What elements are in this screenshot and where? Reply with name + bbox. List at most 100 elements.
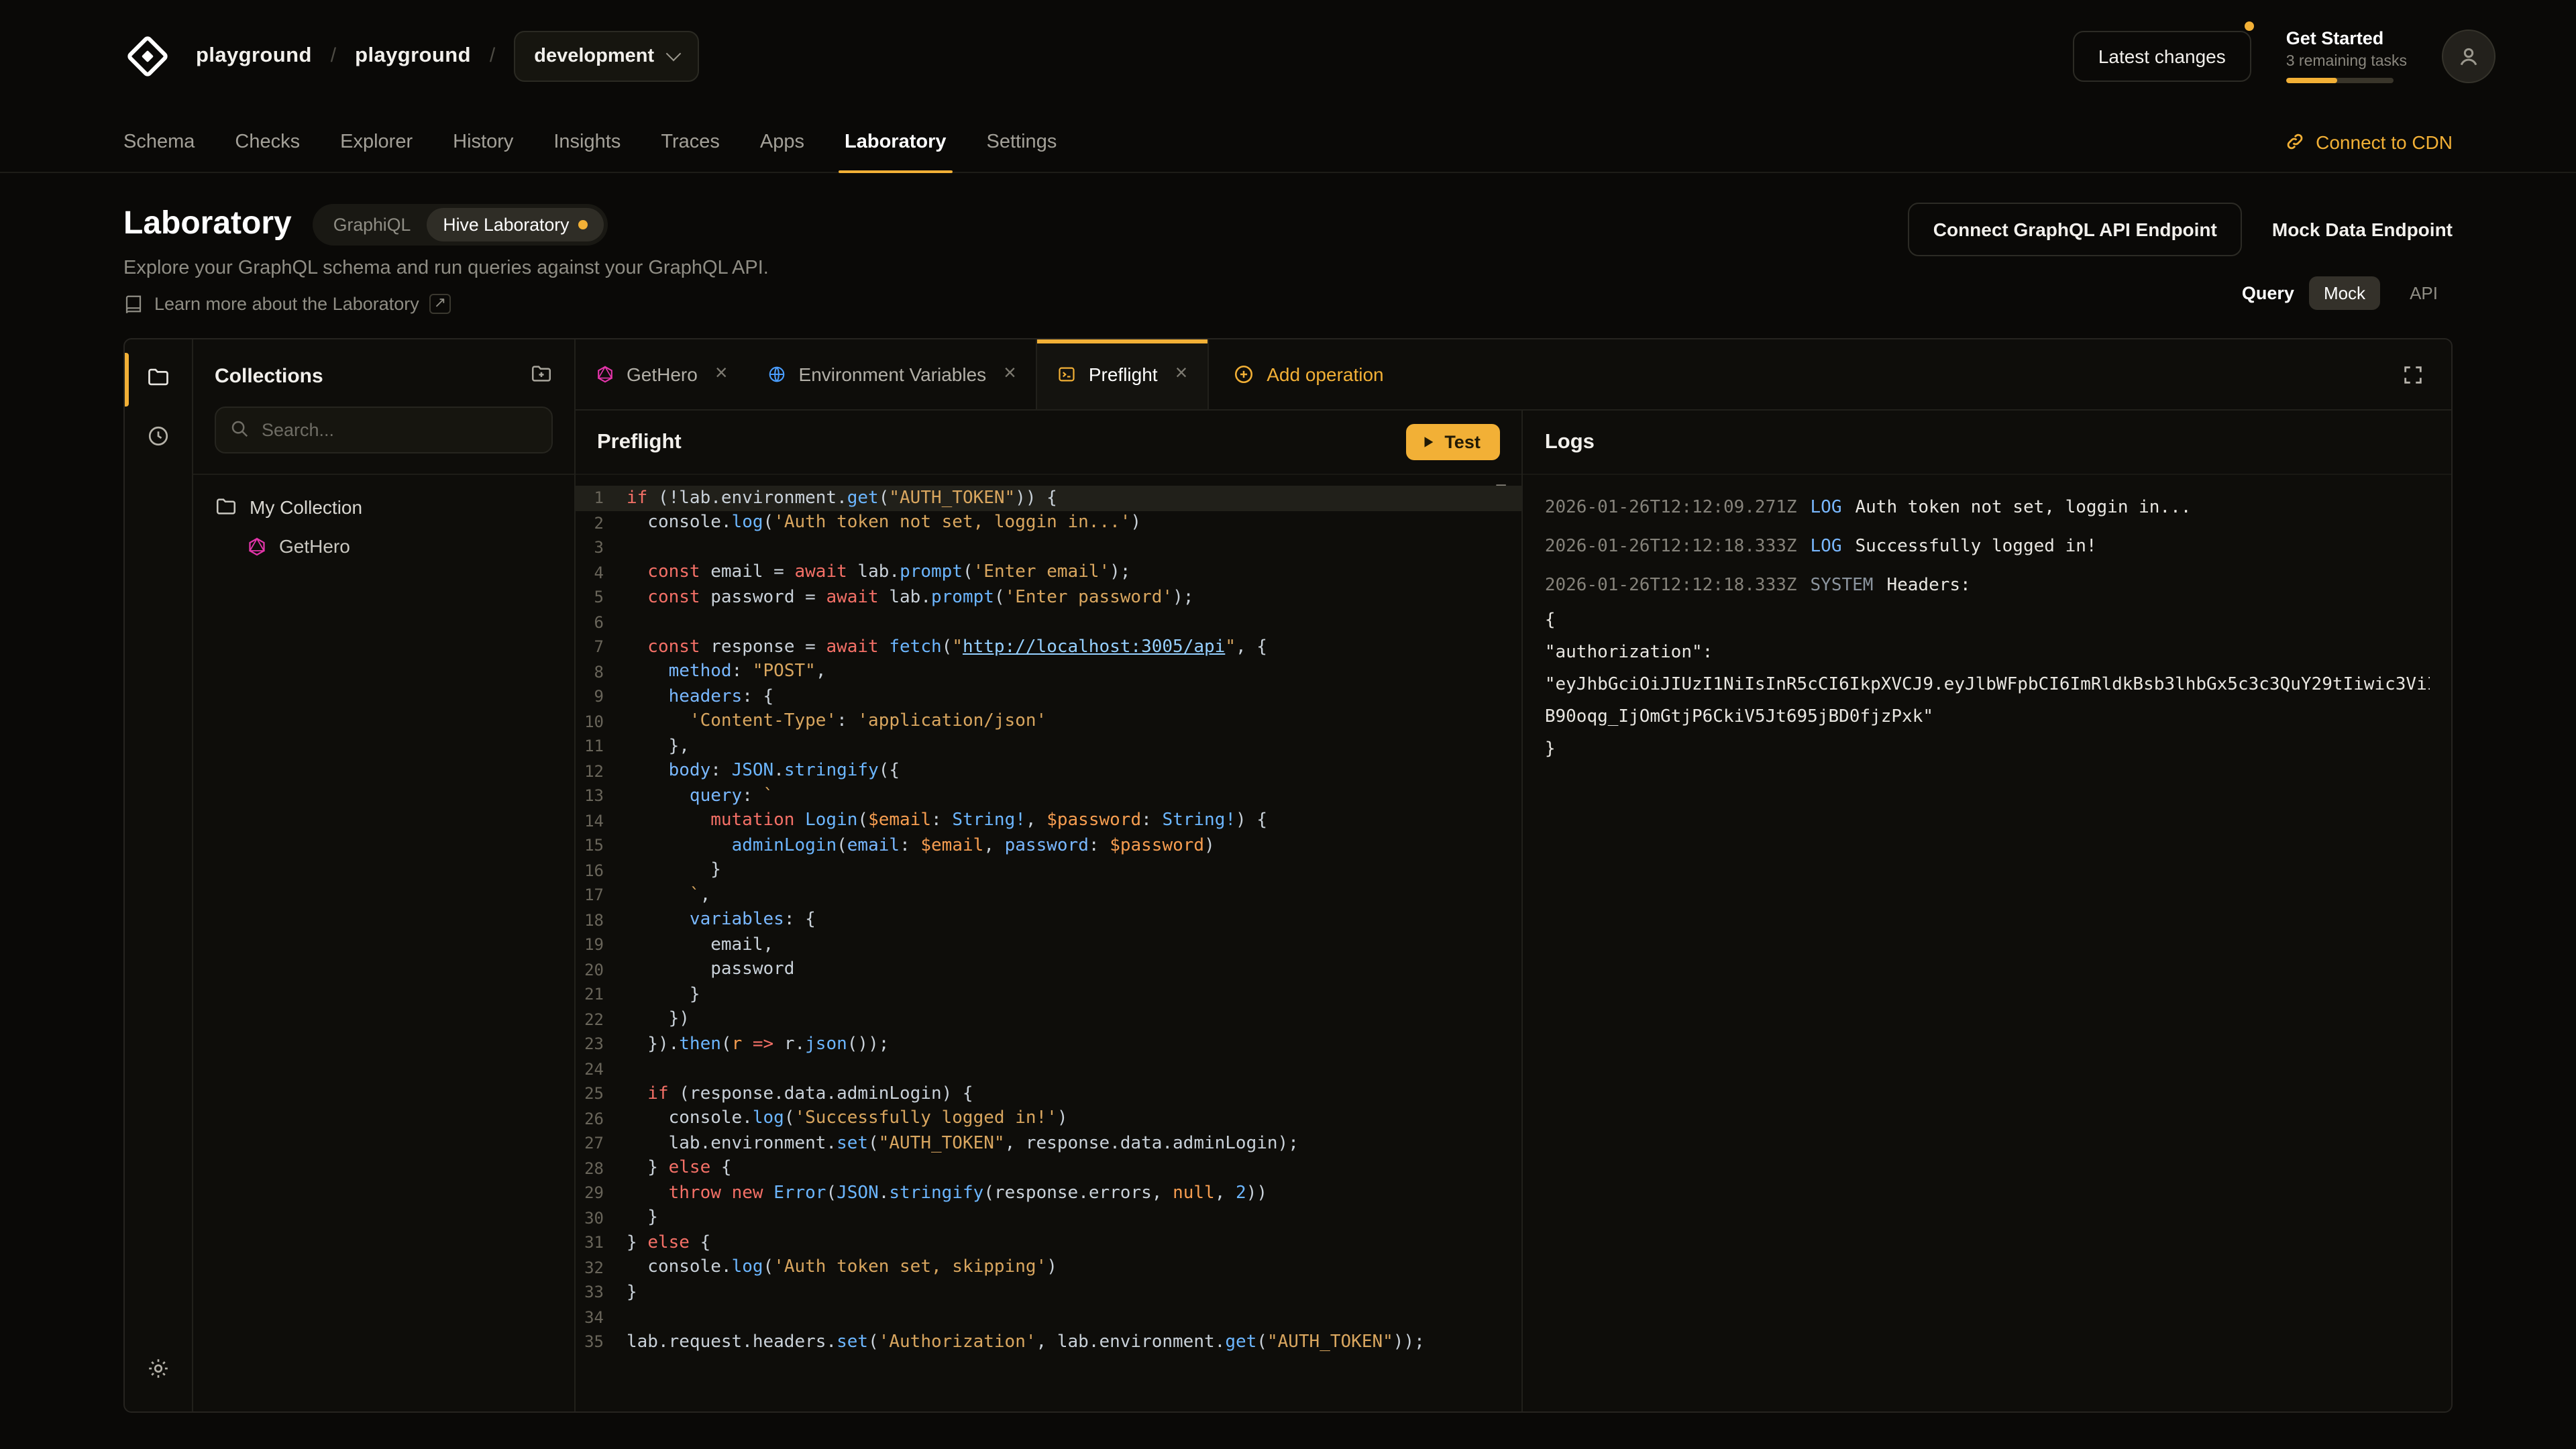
fold-marker-icon[interactable]: —	[1496, 475, 1505, 494]
code-line[interactable]: 11 },	[576, 734, 1522, 759]
play-icon	[1420, 435, 1435, 449]
search-icon	[229, 419, 250, 445]
nav-tab-traces[interactable]: Traces	[641, 111, 740, 172]
mode-option-hive-laboratory[interactable]: Hive Laboratory	[427, 207, 604, 241]
code-line[interactable]: 15 adminLogin(email: $email, password: $…	[576, 833, 1522, 858]
history-rail-button[interactable]	[131, 409, 185, 463]
code-text: method: "POST",	[627, 662, 826, 682]
mode-option-graphiql[interactable]: GraphiQL	[317, 207, 427, 241]
code-line[interactable]: 4 const email = await lab.prompt('Enter …	[576, 560, 1522, 585]
nav-tab-checks[interactable]: Checks	[215, 111, 320, 172]
code-line[interactable]: 20 password	[576, 957, 1522, 982]
breadcrumb-project[interactable]: playground	[355, 44, 471, 68]
code-line[interactable]: 7 const response = await fetch("http://l…	[576, 635, 1522, 659]
latest-changes-button[interactable]: Latest changes	[2073, 30, 2251, 81]
code-line[interactable]: 35lab.request.headers.set('Authorization…	[576, 1330, 1522, 1354]
endpoint-option-mock[interactable]: Mock	[2309, 276, 2380, 310]
collections-sidebar: Collections	[193, 339, 576, 1411]
collections-rail-button[interactable]	[131, 350, 185, 404]
line-number: 1	[576, 489, 627, 508]
hive-logo[interactable]	[123, 32, 172, 80]
code-text: }	[627, 985, 700, 1005]
line-number: 23	[576, 1035, 627, 1054]
page-header: Laboratory GraphiQL Hive Laboratory Expl…	[0, 173, 2576, 338]
nav-tab-history[interactable]: History	[433, 111, 533, 172]
endpoint-option-api[interactable]: API	[2395, 276, 2453, 310]
code-line[interactable]: 28 } else {	[576, 1156, 1522, 1181]
nav-tab-schema[interactable]: Schema	[103, 111, 215, 172]
avatar[interactable]	[2442, 29, 2496, 83]
test-button[interactable]: Test	[1405, 424, 1501, 460]
code-line[interactable]: 34	[576, 1305, 1522, 1330]
history-clock-icon	[146, 424, 170, 448]
code-text: body: JSON.stringify({	[627, 761, 900, 782]
code-area[interactable]: — 1if (!lab.environment.get("AUTH_TOKEN"…	[576, 475, 1522, 1411]
code-line[interactable]: 24	[576, 1057, 1522, 1081]
log-message: Auth token not set, loggin in...	[1856, 498, 2192, 518]
nav-tab-apps[interactable]: Apps	[740, 111, 824, 172]
editor-tab-environment-variables[interactable]: Environment Variables×	[748, 339, 1036, 409]
code-text: }	[627, 861, 721, 881]
connect-graphql-endpoint-button[interactable]: Connect GraphQL API Endpoint	[1908, 203, 2243, 256]
nav-tab-explorer[interactable]: Explorer	[320, 111, 433, 172]
laboratory-panel: Collections	[123, 338, 2453, 1413]
close-tab-icon[interactable]: ×	[1175, 364, 1188, 385]
collection-folder-my-collection[interactable]: My Collection	[215, 495, 553, 518]
code-line[interactable]: 10 'Content-Type': 'application/json'	[576, 709, 1522, 734]
code-line[interactable]: 13 query: `	[576, 784, 1522, 808]
new-collection-button[interactable]	[530, 362, 553, 389]
close-tab-icon[interactable]: ×	[1004, 364, 1016, 385]
code-line[interactable]: 32 console.log('Auth token set, skipping…	[576, 1255, 1522, 1280]
code-line[interactable]: 30 }	[576, 1205, 1522, 1230]
code-line[interactable]: 22 })	[576, 1007, 1522, 1032]
code-text: email,	[627, 935, 773, 955]
fullscreen-button[interactable]	[2375, 339, 2451, 409]
nav-tab-insights[interactable]: Insights	[533, 111, 641, 172]
code-line[interactable]: 14 mutation Login($email: String!, $pass…	[576, 808, 1522, 833]
log-timestamp: 2026-01-26T12:12:09.271Z	[1545, 498, 1797, 518]
code-line[interactable]: 27 lab.environment.set("AUTH_TOKEN", res…	[576, 1131, 1522, 1156]
code-line[interactable]: 33}	[576, 1280, 1522, 1305]
line-number: 12	[576, 762, 627, 781]
mock-data-endpoint-button[interactable]: Mock Data Endpoint	[2272, 219, 2453, 240]
connect-cdn-link[interactable]: Connect to CDN	[2285, 111, 2453, 172]
code-line[interactable]: 23 }).then(r => r.json());	[576, 1032, 1522, 1057]
code-line[interactable]: 1if (!lab.environment.get("AUTH_TOKEN"))…	[576, 486, 1522, 511]
code-line[interactable]: 19 email,	[576, 932, 1522, 957]
get-started-widget[interactable]: Get Started 3 remaining tasks	[2286, 28, 2407, 84]
target-selector[interactable]: development	[514, 30, 698, 81]
code-line[interactable]: 9 headers: {	[576, 684, 1522, 709]
code-line[interactable]: 5 const password = await lab.prompt('Ent…	[576, 585, 1522, 610]
code-line[interactable]: 16 }	[576, 858, 1522, 883]
code-line[interactable]: 12 body: JSON.stringify({	[576, 759, 1522, 784]
target-selector-value: development	[534, 45, 654, 66]
code-line[interactable]: 25 if (response.data.adminLogin) {	[576, 1081, 1522, 1106]
code-line[interactable]: 26 console.log('Successfully logged in!'…	[576, 1106, 1522, 1131]
nav-tab-laboratory[interactable]: Laboratory	[824, 111, 967, 172]
breadcrumb-org[interactable]: playground	[196, 44, 312, 68]
code-line[interactable]: 2 console.log('Auth token not set, loggi…	[576, 511, 1522, 535]
editor-tab-gethero[interactable]: GetHero×	[576, 339, 748, 409]
editor-tab-preflight[interactable]: Preflight×	[1036, 339, 1209, 409]
code-line[interactable]: 29 throw new Error(JSON.stringify(respon…	[576, 1181, 1522, 1205]
add-operation-button[interactable]: Add operation	[1209, 339, 1407, 409]
code-line[interactable]: 31} else {	[576, 1230, 1522, 1255]
collection-item-gethero[interactable]: GetHero	[215, 535, 553, 557]
mode-active-dot	[579, 219, 588, 229]
code-line[interactable]: 3	[576, 535, 1522, 560]
search-input[interactable]	[215, 407, 553, 453]
close-tab-icon[interactable]: ×	[715, 364, 728, 385]
settings-rail-button[interactable]	[131, 1342, 185, 1395]
logs-body[interactable]: 2026-01-26T12:12:09.271ZLOGAuth token no…	[1523, 475, 2451, 780]
nav-tab-settings[interactable]: Settings	[967, 111, 1077, 172]
line-number: 31	[576, 1234, 627, 1252]
code-line[interactable]: 8 method: "POST",	[576, 659, 1522, 684]
connect-cdn-label: Connect to CDN	[2316, 131, 2453, 152]
learn-more-link[interactable]: Learn more about the Laboratory ↗	[123, 294, 769, 314]
code-text: })	[627, 1010, 690, 1030]
code-line[interactable]: 21 }	[576, 982, 1522, 1007]
code-line[interactable]: 17 `,	[576, 883, 1522, 908]
code-line[interactable]: 6	[576, 610, 1522, 635]
code-text: console.log('Auth token not set, loggin …	[627, 513, 1141, 533]
code-line[interactable]: 18 variables: {	[576, 908, 1522, 932]
